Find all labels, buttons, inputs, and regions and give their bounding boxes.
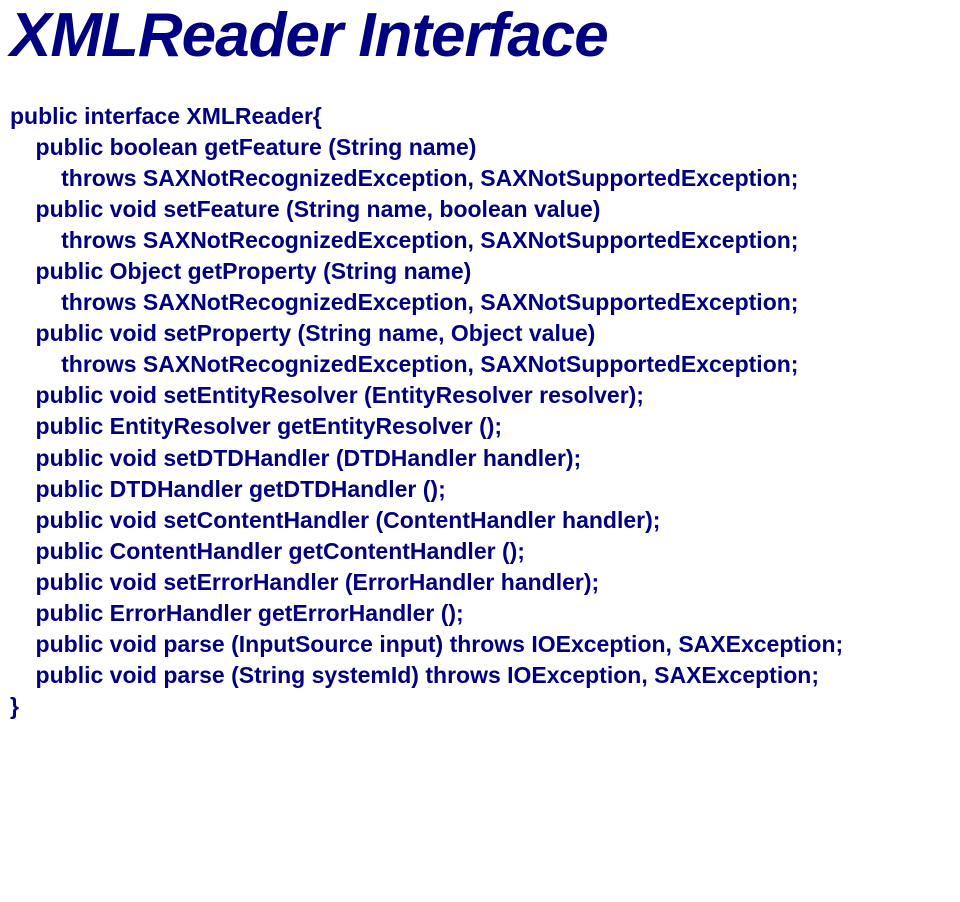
slide: XMLReader Interface public interface XML… bbox=[0, 0, 960, 742]
code-line: throws SAXNotRecognizedException, SAXNot… bbox=[10, 225, 950, 256]
code-line: public Object getProperty (String name) bbox=[10, 256, 950, 287]
code-line: public void setErrorHandler (ErrorHandle… bbox=[10, 567, 950, 598]
code-line: public void setProperty (String name, Ob… bbox=[10, 318, 950, 349]
slide-title: XMLReader Interface bbox=[10, 0, 950, 71]
code-line: public boolean getFeature (String name) bbox=[10, 132, 950, 163]
code-line: public void setDTDHandler (DTDHandler ha… bbox=[10, 443, 950, 474]
code-block: public interface XMLReader{ public boole… bbox=[10, 101, 950, 722]
code-line: public void parse (InputSource input) th… bbox=[10, 629, 950, 660]
code-line: public void setFeature (String name, boo… bbox=[10, 194, 950, 225]
code-line: throws SAXNotRecognizedException, SAXNot… bbox=[10, 287, 950, 318]
code-line: public void parse (String systemId) thro… bbox=[10, 660, 950, 691]
code-line: public DTDHandler getDTDHandler (); bbox=[10, 474, 950, 505]
code-line: public ContentHandler getContentHandler … bbox=[10, 536, 950, 567]
code-line: throws SAXNotRecognizedException, SAXNot… bbox=[10, 349, 950, 380]
code-line: public void setContentHandler (ContentHa… bbox=[10, 505, 950, 536]
code-line: public ErrorHandler getErrorHandler (); bbox=[10, 598, 950, 629]
code-line: } bbox=[10, 691, 950, 722]
code-line: public interface XMLReader{ bbox=[10, 101, 950, 132]
code-line: throws SAXNotRecognizedException, SAXNot… bbox=[10, 163, 950, 194]
code-line: public void setEntityResolver (EntityRes… bbox=[10, 380, 950, 411]
code-line: public EntityResolver getEntityResolver … bbox=[10, 411, 950, 442]
